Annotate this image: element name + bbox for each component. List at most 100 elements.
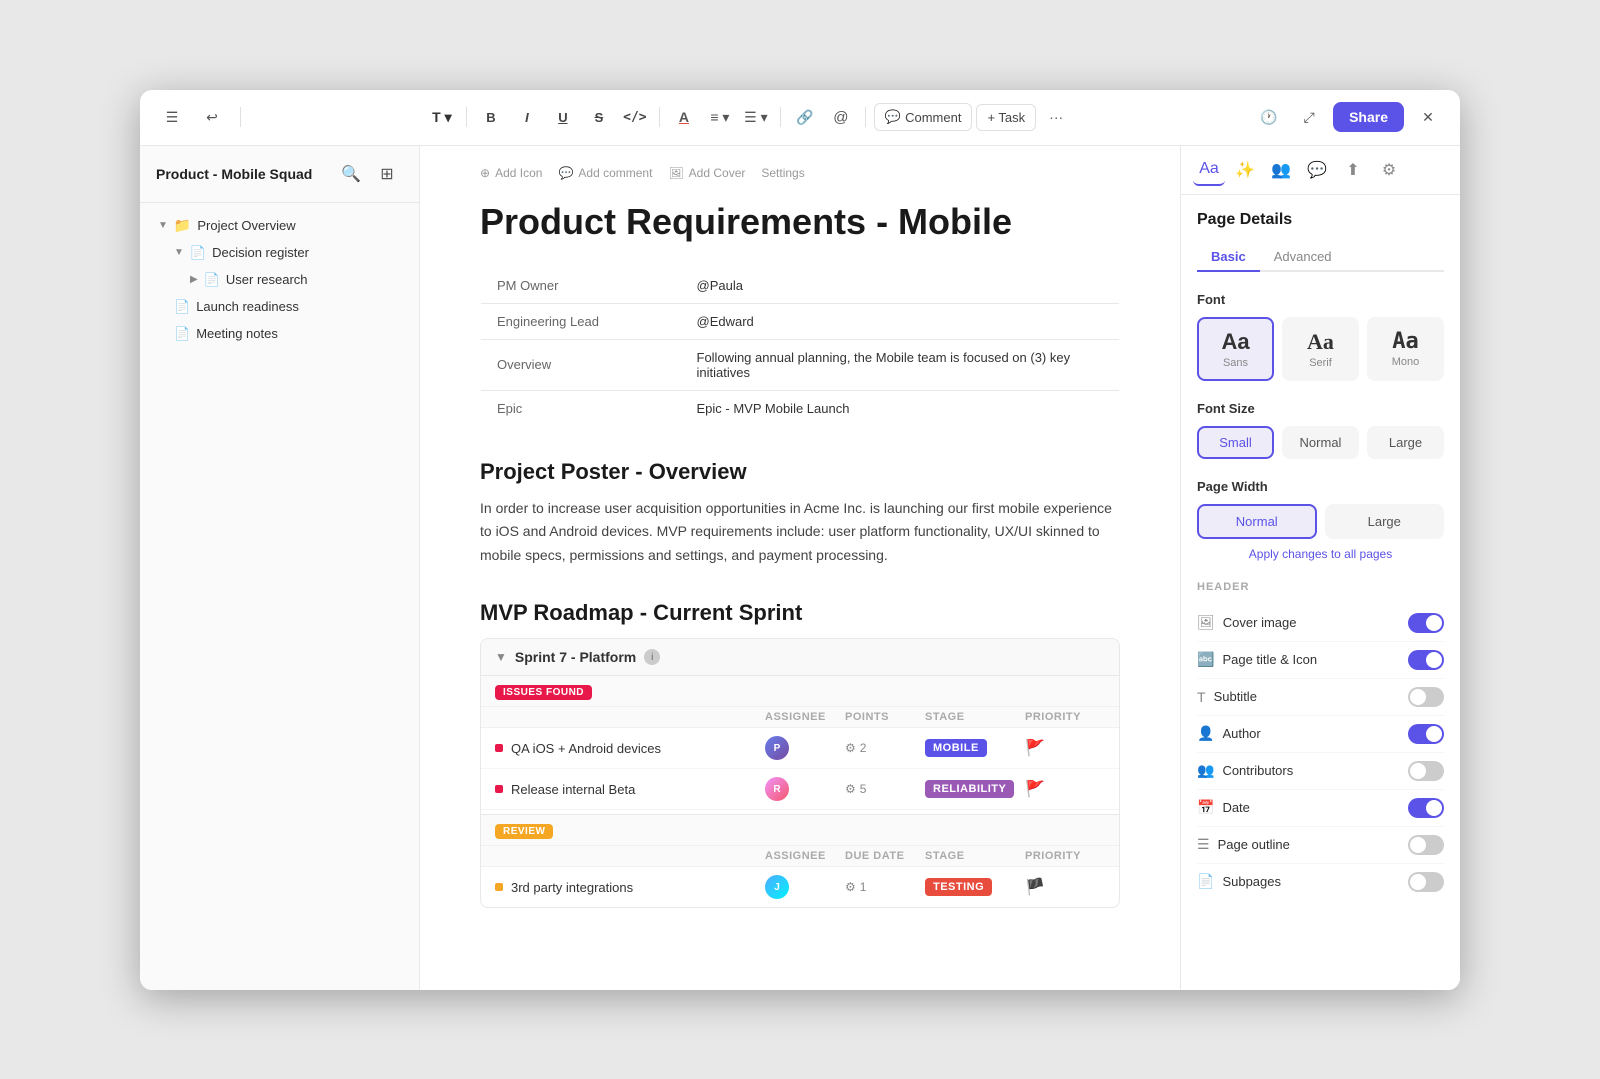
sprint-header: ▼ Sprint 7 - Platform i: [481, 639, 1119, 676]
bold-button[interactable]: B: [475, 101, 507, 133]
date-icon: 📅: [1197, 799, 1214, 816]
toggle-row-date: 📅 Date: [1197, 790, 1444, 827]
undo-icon[interactable]: ↩: [196, 101, 228, 133]
toggle-page-outline[interactable]: [1408, 835, 1444, 855]
nav-item-label: Decision register: [212, 245, 309, 260]
tab-export-icon[interactable]: ⬆: [1337, 154, 1369, 186]
strikethrough-button[interactable]: S: [583, 101, 615, 133]
width-option-large[interactable]: Large: [1325, 504, 1445, 539]
add-cover-button[interactable]: 🖼 Add Cover: [668, 166, 745, 180]
col-stage: STAGE: [925, 711, 1025, 723]
right-panel-content: Page Details Basic Advanced Font Aa Sans…: [1181, 195, 1460, 990]
search-icon[interactable]: 🔍: [335, 158, 367, 190]
toggle-page-title[interactable]: [1408, 650, 1444, 670]
toggle-row-contributors: 👥 Contributors: [1197, 753, 1444, 790]
font-color-button[interactable]: A: [668, 101, 700, 133]
sidebar-header: Product - Mobile Squad 🔍 ⊞: [140, 146, 419, 203]
text-type-button[interactable]: T ▾: [426, 101, 458, 133]
comment-button[interactable]: 💬 Comment: [874, 103, 973, 131]
size-option-normal[interactable]: Normal: [1282, 426, 1359, 459]
mention-button[interactable]: @: [825, 101, 857, 133]
toggle-label-left: 📄 Subpages: [1197, 873, 1281, 890]
tab-emoji-icon[interactable]: ✨: [1229, 154, 1261, 186]
toggle-label-left: 👤 Author: [1197, 725, 1261, 742]
sidebar-item-user-research[interactable]: ▶ 📄 User research: [146, 267, 413, 293]
toggle-date[interactable]: [1408, 798, 1444, 818]
tab-typography-icon[interactable]: Aa: [1193, 154, 1225, 186]
row-assignee: P: [765, 736, 845, 760]
row-stage: RELIABILITY: [925, 780, 1025, 798]
col-due-date: DUE DATE: [845, 850, 925, 862]
more-button[interactable]: ···: [1040, 101, 1072, 133]
size-option-small[interactable]: Small: [1197, 426, 1274, 459]
code-button[interactable]: </>: [619, 101, 651, 133]
toggle-label-left: T Subtitle: [1197, 689, 1257, 705]
col-assignee: ASSIGNEE: [765, 850, 845, 862]
row-points: ⚙ 5: [845, 782, 925, 796]
tab-basic[interactable]: Basic: [1197, 243, 1260, 272]
sidebar-nav: ▼ 📁 Project Overview ▼ 📄 Decision regist…: [140, 203, 419, 990]
close-icon[interactable]: ✕: [1412, 101, 1444, 133]
points-value: 2: [860, 741, 867, 755]
sidebar-item-meeting-notes[interactable]: 📄 Meeting notes: [146, 321, 413, 347]
toggle-cover-image[interactable]: [1408, 613, 1444, 633]
sidebar-item-decision-register[interactable]: ▼ 📄 Decision register: [146, 240, 413, 266]
page-title-icon: 🔤: [1197, 651, 1214, 668]
comment-label: Comment: [905, 110, 961, 125]
menu-icon[interactable]: ☰: [156, 101, 188, 133]
row-points: ⚙ 2: [845, 741, 925, 755]
divider-2: [466, 107, 467, 127]
font-option-sans[interactable]: Aa Sans: [1197, 317, 1274, 381]
settings-button[interactable]: Settings: [761, 166, 804, 180]
align-button[interactable]: ≡ ▾: [704, 101, 736, 133]
toggle-subpages[interactable]: [1408, 872, 1444, 892]
size-option-large[interactable]: Large: [1367, 426, 1444, 459]
folder-icon: 📁: [174, 217, 191, 234]
tab-settings-icon[interactable]: ⚙: [1373, 154, 1405, 186]
section1-title: Project Poster - Overview: [480, 459, 1120, 485]
font-option-mono[interactable]: Aa Mono: [1367, 317, 1444, 381]
history-icon[interactable]: 🕐: [1253, 101, 1285, 133]
nav-item-label: Launch readiness: [196, 299, 299, 314]
add-comment-button[interactable]: 💬 Add comment: [558, 166, 652, 180]
layout-icon[interactable]: ⊞: [371, 158, 403, 190]
toggle-row-author: 👤 Author: [1197, 716, 1444, 753]
table-row: Engineering Lead @Edward: [481, 303, 1120, 339]
expand-icon[interactable]: ⤢: [1293, 101, 1325, 133]
italic-button[interactable]: I: [511, 101, 543, 133]
share-button[interactable]: Share: [1333, 102, 1404, 132]
nav-item-label: User research: [226, 272, 308, 287]
sidebar-item-project-overview[interactable]: ▼ 📁 Project Overview: [146, 212, 413, 239]
toolbar: ☰ ↩ T ▾ B I U S </> A ≡ ▾ ☰ ▾ 🔗 @ 💬 Comm…: [140, 90, 1460, 146]
font-label: Serif: [1309, 357, 1332, 369]
apply-changes-link[interactable]: Apply changes to all pages: [1197, 547, 1444, 561]
sidebar-item-launch-readiness[interactable]: 📄 Launch readiness: [146, 294, 413, 320]
toolbar-center: T ▾ B I U S </> A ≡ ▾ ☰ ▾ 🔗 @ 💬 Comment …: [253, 101, 1245, 133]
points-value: 1: [860, 880, 867, 894]
toggle-author[interactable]: [1408, 724, 1444, 744]
list-button[interactable]: ☰ ▾: [740, 101, 772, 133]
row-assignee: J: [765, 875, 845, 899]
toggle-contributors[interactable]: [1408, 761, 1444, 781]
task-button[interactable]: + Task: [976, 104, 1036, 131]
stage-badge-reliability: RELIABILITY: [925, 780, 1014, 798]
add-icon-button[interactable]: ⊕ Add Icon: [480, 166, 542, 180]
tab-people-icon[interactable]: 👥: [1265, 154, 1297, 186]
tab-advanced[interactable]: Advanced: [1260, 243, 1346, 272]
sprint-group-header: ISSUES FOUND: [481, 676, 1119, 707]
font-option-serif[interactable]: Aa Serif: [1282, 317, 1359, 381]
toggle-label: Page outline: [1218, 837, 1290, 852]
font-options: Aa Sans Aa Serif Aa Mono: [1197, 317, 1444, 381]
underline-button[interactable]: U: [547, 101, 579, 133]
size-options: Small Normal Large: [1197, 426, 1444, 459]
width-option-normal[interactable]: Normal: [1197, 504, 1317, 539]
divider-3: [659, 107, 660, 127]
link-button[interactable]: 🔗: [789, 101, 821, 133]
sprint-columns: ASSIGNEE POINTS STAGE PRIORITY: [481, 707, 1119, 728]
table-cell-key: Epic: [481, 390, 681, 426]
toggle-subtitle[interactable]: [1408, 687, 1444, 707]
width-options: Normal Large: [1197, 504, 1444, 539]
review-badge: REVIEW: [495, 824, 553, 839]
tab-search-icon[interactable]: 💬: [1301, 154, 1333, 186]
info-table: PM Owner @Paula Engineering Lead @Edward…: [480, 267, 1120, 427]
